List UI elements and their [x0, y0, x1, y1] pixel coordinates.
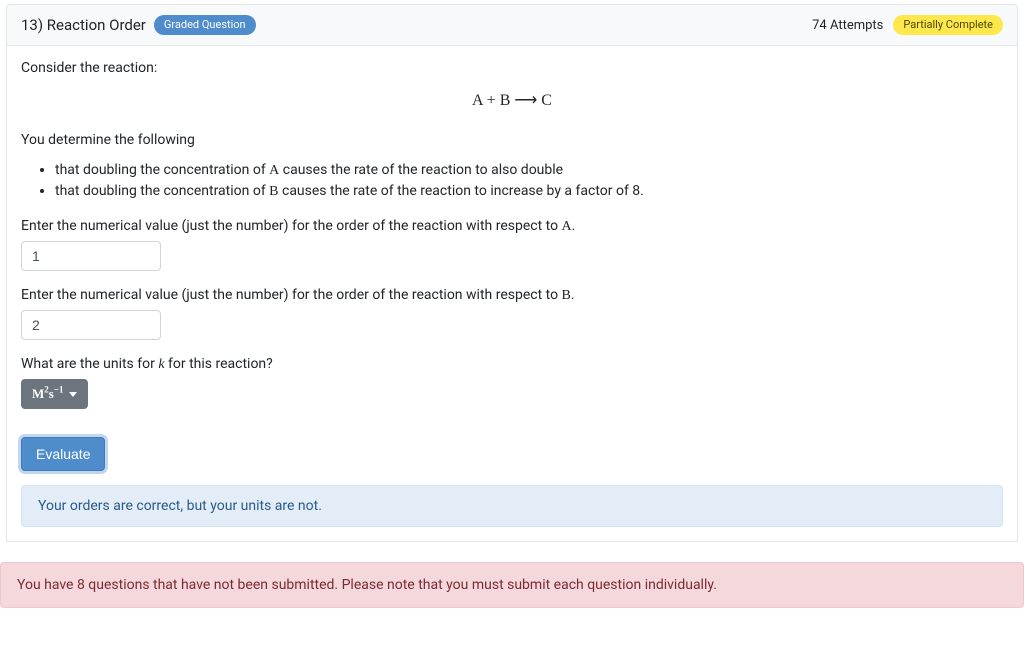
- prompt-order-b: Enter the numerical value (just the numb…: [21, 287, 1003, 304]
- prompt-text: .: [572, 218, 576, 234]
- prompt-text: What are the units for: [21, 356, 158, 372]
- question-header: 13) Reaction Order Graded Question 74 At…: [6, 4, 1018, 46]
- determine-line: You determine the following: [21, 132, 1003, 148]
- prompt-var: A: [562, 219, 572, 234]
- dropdown-selected-label: M2s−1: [32, 386, 63, 402]
- bullet-pre: that doubling the concentration of: [55, 162, 269, 178]
- prompt-var: B: [562, 288, 571, 303]
- prompt-order-a: Enter the numerical value (just the numb…: [21, 218, 1003, 235]
- status-badge: Partially Complete: [893, 15, 1003, 35]
- intro-text: Consider the reaction:: [21, 60, 1003, 76]
- chevron-down-icon: [69, 392, 77, 397]
- bullet-var: B: [269, 184, 278, 199]
- list-item: that doubling the concentration of A cau…: [55, 162, 1003, 179]
- attempts-count: 74 Attempts: [812, 18, 883, 33]
- prompt-text: for this reaction?: [165, 356, 273, 372]
- prompt-text: Enter the numerical value (just the numb…: [21, 287, 562, 303]
- question-title: 13) Reaction Order: [21, 16, 146, 34]
- question-body: Consider the reaction: A + B ⟶ C You det…: [6, 46, 1018, 542]
- units-dropdown[interactable]: M2s−1: [21, 379, 88, 409]
- reaction-equation: A + B ⟶ C: [21, 90, 1003, 110]
- order-a-input[interactable]: [21, 241, 161, 271]
- prompt-text: .: [571, 287, 575, 303]
- prompt-units-k: What are the units for k for this reacti…: [21, 356, 1003, 373]
- observation-list: that doubling the concentration of A cau…: [21, 162, 1003, 200]
- bullet-var: A: [269, 163, 279, 178]
- order-b-input[interactable]: [21, 310, 161, 340]
- bullet-pre: that doubling the concentration of: [55, 183, 269, 199]
- bullet-post: causes the rate of the reaction to also …: [279, 162, 563, 178]
- list-item: that doubling the concentration of B cau…: [55, 183, 1003, 200]
- graded-badge: Graded Question: [154, 15, 256, 35]
- bullet-post: causes the rate of the reaction to incre…: [279, 183, 644, 199]
- prompt-text: Enter the numerical value (just the numb…: [21, 218, 562, 234]
- unsubmitted-alert: You have 8 questions that have not been …: [0, 562, 1024, 608]
- feedback-alert: Your orders are correct, but your units …: [21, 485, 1003, 527]
- evaluate-button[interactable]: Evaluate: [21, 437, 105, 471]
